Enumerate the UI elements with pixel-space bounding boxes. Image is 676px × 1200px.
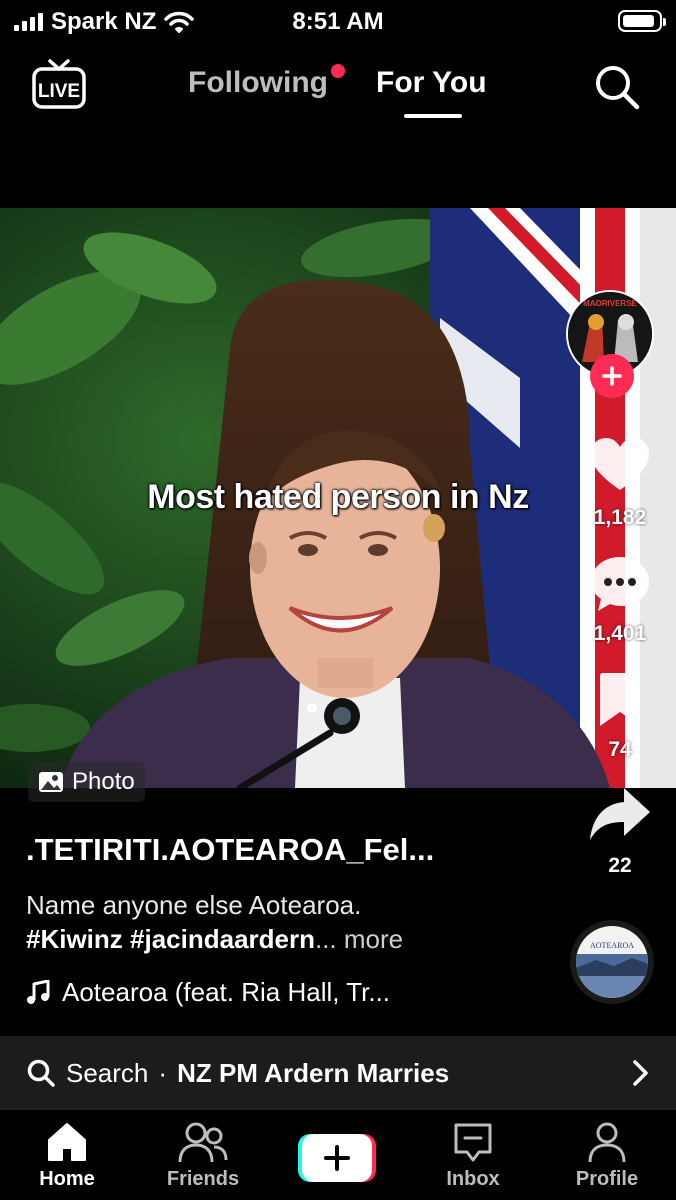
- more-link[interactable]: ... more: [315, 924, 403, 954]
- search-bar-query: NZ PM Ardern Marries: [177, 1057, 450, 1088]
- nav-home-label: Home: [39, 1168, 95, 1190]
- nav-profile-label: Profile: [575, 1168, 639, 1190]
- plus-icon: [602, 366, 622, 386]
- author-name[interactable]: .TETIRITI.AOTEAROA_Fel...: [26, 832, 434, 868]
- nav-friends-label: Friends: [166, 1168, 240, 1190]
- status-time: 8:51 AM: [292, 8, 384, 35]
- comment-count: 1,401: [593, 622, 647, 645]
- battery-level: [623, 15, 654, 27]
- share-count: 22: [608, 854, 632, 877]
- notification-dot: [331, 64, 345, 78]
- profile-icon: [588, 1122, 626, 1163]
- search-bar-icon: [27, 1059, 55, 1087]
- home-icon: [48, 1123, 86, 1161]
- comment-icon[interactable]: [588, 554, 652, 614]
- music-cover: AOTEAROA: [576, 926, 648, 998]
- music-cover-text: AOTEAROA: [590, 941, 634, 950]
- nav-inbox-label: Inbox: [446, 1168, 500, 1190]
- search-icon[interactable]: [592, 62, 642, 112]
- photo-pager-dot: [307, 703, 317, 713]
- search-bar-label: Search: [66, 1057, 149, 1088]
- like-icon[interactable]: [589, 436, 651, 494]
- like-count: 1,182: [593, 506, 647, 529]
- hashtags[interactable]: #Kiwinz #jacindaardern: [26, 924, 315, 954]
- music-disc[interactable]: AOTEAROA: [570, 920, 654, 1004]
- post-description: Name anyone else Aotearoa.: [26, 890, 362, 920]
- music-title: Aotearoa (feat. Ria Hall, Tr...: [62, 977, 391, 1007]
- bookmark-count: 74: [608, 738, 632, 761]
- tab-following[interactable]: Following: [188, 66, 328, 100]
- inbox-icon: [454, 1123, 492, 1162]
- friends-icon: [178, 1122, 228, 1163]
- nav-friends[interactable]: Friends: [148, 1114, 258, 1191]
- nav-home[interactable]: Home: [12, 1114, 122, 1191]
- nav-profile[interactable]: Profile: [552, 1114, 662, 1191]
- nav-inbox[interactable]: Inbox: [418, 1114, 528, 1191]
- overlay-caption: Most hated person in Nz: [147, 478, 529, 516]
- chevron-right-icon: [633, 1060, 648, 1086]
- follow-button[interactable]: [590, 354, 634, 398]
- music-row[interactable]: Aotearoa (feat. Ria Hall, Tr...: [26, 977, 390, 1008]
- search-bar-separator: ·: [158, 1057, 168, 1088]
- photo-badge: Photo: [28, 762, 145, 802]
- share-icon[interactable]: [588, 786, 652, 842]
- live-label: LIVE: [38, 81, 80, 102]
- live-icon[interactable]: LIVE: [30, 58, 88, 112]
- photo-icon: [39, 772, 63, 792]
- create-button[interactable]: [298, 1134, 376, 1182]
- photo-badge-label: Photo: [72, 768, 135, 795]
- music-note-icon: [27, 979, 50, 1004]
- post-hashtags-row: #Kiwinz #jacindaardern... more: [26, 924, 403, 955]
- tab-selected-indicator: [404, 114, 462, 118]
- battery-icon: [618, 10, 666, 32]
- avatar-text: MAORIVERSE: [583, 299, 637, 308]
- tab-for-you[interactable]: For You: [376, 66, 487, 100]
- related-search-bar[interactable]: Search · NZ PM Ardern Marries: [0, 1036, 676, 1110]
- bookmark-icon[interactable]: [595, 672, 645, 728]
